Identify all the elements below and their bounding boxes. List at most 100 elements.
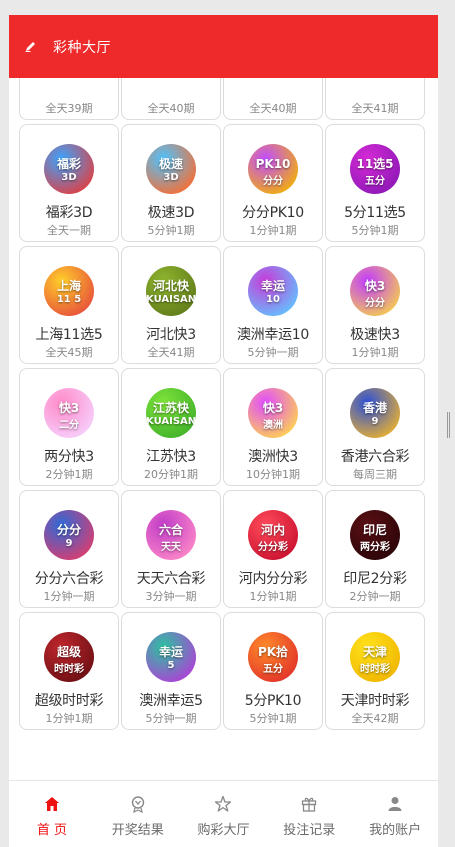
logo-main-text: 六合 <box>158 523 183 537</box>
logo-sub-text: KUAISAN <box>146 416 196 427</box>
lottery-card[interactable]: 极速 3D 极速3D 5分钟1期 <box>121 124 221 242</box>
tab-label: 我的账户 <box>369 823 422 838</box>
lottery-period: 2分钟一期 <box>349 590 401 603</box>
logo-main-text: 极速 <box>158 157 183 171</box>
lottery-period: 1分钟1期 <box>351 346 399 359</box>
lottery-period: 全天41期 <box>147 346 195 359</box>
lottery-card[interactable]: 香港 9 香港六合彩 每周三期 <box>325 368 425 486</box>
lottery-period: 5分钟1期 <box>351 224 399 237</box>
logo-sub-text: 10 <box>266 294 280 305</box>
lottery-card[interactable]: 天津 时时彩 天津时时彩 全天42期 <box>325 612 425 730</box>
tab-lottery-hall[interactable]: 购彩大厅 <box>181 781 267 847</box>
lottery-period: 1分钟一期 <box>43 590 95 603</box>
lottery-logo: 上海 11 5 <box>44 266 94 316</box>
lottery-period: 每周三期 <box>353 468 397 481</box>
lottery-card[interactable]: 幸运 5 澳洲幸运5 5分钟一期 <box>121 612 221 730</box>
lottery-logo: 快3 分分 <box>350 266 400 316</box>
lottery-cell: 幸运 10 澳洲幸运10 5分钟一期 <box>222 244 324 366</box>
app-screen: 全天39期 全天40期 全天40期 全天41期 福彩 3D 福彩3D 全天一期 极速 3D 极速3D… <box>9 15 438 847</box>
logo-main-text: PK10 <box>255 157 291 171</box>
lottery-cell: 超级 时时彩 超级时时彩 1分钟1期 <box>18 610 120 732</box>
lottery-name: 印尼2分彩 <box>343 571 407 587</box>
tab-my-account[interactable]: 我的账户 <box>352 781 438 847</box>
lottery-period: 全天45期 <box>45 346 93 359</box>
pencil-icon <box>24 38 38 52</box>
lottery-logo: 极速 3D <box>146 144 196 194</box>
lottery-card[interactable]: PK10 分分 分分PK10 1分钟1期 <box>223 124 323 242</box>
lottery-period: 3分钟一期 <box>145 590 197 603</box>
logo-main-text: 江苏快 <box>152 401 189 415</box>
gift-icon <box>300 795 318 813</box>
lottery-card[interactable]: 福彩 3D 福彩3D 全天一期 <box>19 124 119 242</box>
logo-sub-text: KUAISAN <box>146 294 196 305</box>
lottery-name: 两分快3 <box>44 449 94 465</box>
lottery-card[interactable]: 超级 时时彩 超级时时彩 1分钟1期 <box>19 612 119 730</box>
logo-main-text: 快3 <box>58 401 80 415</box>
lottery-list[interactable]: 全天39期 全天40期 全天40期 全天41期 福彩 3D 福彩3D 全天一期 极速 3D 极速3D… <box>9 15 438 780</box>
tab-results[interactable]: 开奖结果 <box>95 781 181 847</box>
tab-label: 投注记录 <box>283 823 336 838</box>
logo-sub-text: 分分 <box>263 176 283 187</box>
lottery-logo: 快3 二分 <box>44 388 94 438</box>
top-header: 彩种大厅 <box>9 15 438 78</box>
lottery-card[interactable]: 江苏快 KUAISAN 江苏快3 20分钟1期 <box>121 368 221 486</box>
lottery-name: 极速快3 <box>350 327 400 343</box>
lottery-cell: 天津 时时彩 天津时时彩 全天42期 <box>324 610 426 732</box>
lottery-name: 天津时时彩 <box>340 693 410 709</box>
lottery-cell: 上海 11 5 上海11选5 全天45期 <box>18 244 120 366</box>
lottery-card[interactable]: 六合 天天 天天六合彩 3分钟一期 <box>121 490 221 608</box>
logo-sub-text: 五分 <box>365 176 385 187</box>
lottery-period: 全天39期 <box>45 102 93 115</box>
lottery-period: 全天40期 <box>249 102 297 115</box>
lottery-logo: 幸运 5 <box>146 632 196 682</box>
lottery-period: 5分钟1期 <box>147 224 195 237</box>
lottery-cell: 河北快 KUAISAN 河北快3 全天41期 <box>120 244 222 366</box>
logo-sub-text: 3D <box>61 172 77 183</box>
lottery-period: 5分钟一期 <box>247 346 299 359</box>
lottery-name: 分分六合彩 <box>34 571 104 587</box>
lottery-card[interactable]: 快3 二分两分快3 2分钟1期 <box>19 368 119 486</box>
logo-sub-text: 时时彩 <box>54 664 84 675</box>
lottery-card[interactable]: 11选5 五分 5分11选5 5分钟1期 <box>325 124 425 242</box>
lottery-cell: 11选5 五分 5分11选5 5分钟1期 <box>324 122 426 244</box>
scroll-handle[interactable] <box>447 412 451 438</box>
lottery-cell: 印尼 两分彩印尼2分彩 2分钟一期 <box>324 488 426 610</box>
lottery-card[interactable]: 上海 11 5 上海11选5 全天45期 <box>19 246 119 364</box>
logo-main-text: 天津 <box>362 645 387 659</box>
logo-sub-text: 5 <box>167 660 175 671</box>
logo-main-text: 11选5 <box>356 157 394 171</box>
lottery-logo: 河北快 KUAISAN <box>146 266 196 316</box>
lottery-card[interactable]: 分分 9 分分六合彩 1分钟一期 <box>19 490 119 608</box>
lottery-card[interactable]: 幸运 10 澳洲幸运10 5分钟一期 <box>223 246 323 364</box>
lottery-cell: 快3 分分极速快3 1分钟1期 <box>324 244 426 366</box>
lottery-cell: 幸运 5 澳洲幸运5 5分钟一期 <box>120 610 222 732</box>
lottery-name: 天天六合彩 <box>136 571 206 587</box>
tab-label: 首 页 <box>36 823 67 838</box>
lottery-card[interactable]: 河内 分分彩 河内分分彩 1分钟1期 <box>223 490 323 608</box>
lottery-name: 香港六合彩 <box>340 449 410 465</box>
lottery-logo: 江苏快 KUAISAN <box>146 388 196 438</box>
lottery-name: 极速3D <box>147 205 195 221</box>
lottery-logo: 印尼 两分彩 <box>350 510 400 560</box>
lottery-card[interactable]: 快3 分分极速快3 1分钟1期 <box>325 246 425 364</box>
lottery-card[interactable]: 快3 澳洲 澳洲快3 10分钟1期 <box>223 368 323 486</box>
home-icon <box>43 795 61 813</box>
lottery-name: 5分PK10 <box>244 693 302 709</box>
logo-sub-text: 时时彩 <box>360 664 390 675</box>
lottery-name: 5分11选5 <box>344 205 406 221</box>
logo-sub-text: 分分 <box>365 298 385 309</box>
logo-main-text: 印尼 <box>362 523 387 537</box>
trophy-icon <box>129 795 147 814</box>
tab-home[interactable]: 首 页 <box>9 781 95 847</box>
lottery-cell: PK10 分分 分分PK10 1分钟1期 <box>222 122 324 244</box>
tab-label: 开奖结果 <box>111 823 164 838</box>
lottery-card[interactable]: PK拾 五分 5分PK10 5分钟1期 <box>223 612 323 730</box>
lottery-card[interactable]: 印尼 两分彩印尼2分彩 2分钟一期 <box>325 490 425 608</box>
logo-sub-text: 3D <box>163 172 179 183</box>
logo-main-text: 香港 <box>362 401 387 415</box>
tab-bet-records[interactable]: 投注记录 <box>266 781 352 847</box>
lottery-period: 2分钟1期 <box>45 468 93 481</box>
logo-sub-text: 9 <box>65 538 73 549</box>
tab-label: 购彩大厅 <box>197 823 250 838</box>
lottery-card[interactable]: 河北快 KUAISAN 河北快3 全天41期 <box>121 246 221 364</box>
